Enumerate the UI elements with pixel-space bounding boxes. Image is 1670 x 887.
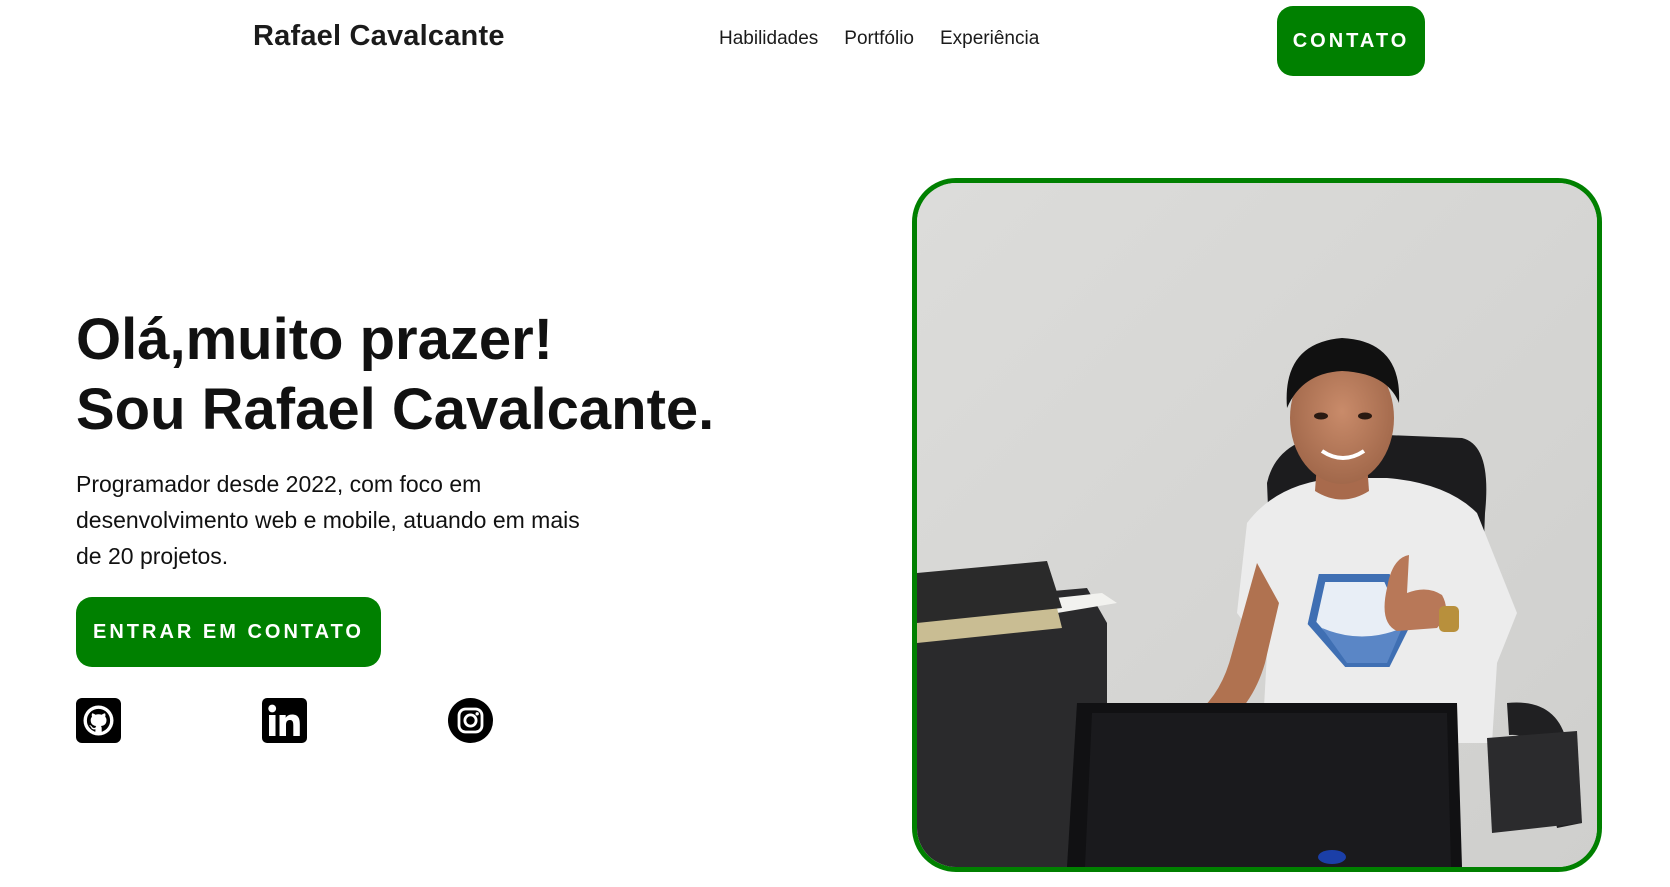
- get-in-touch-button[interactable]: ENTRAR EM CONTATO: [76, 597, 381, 667]
- hero-title-line-2: Sou Rafael Cavalcante.: [76, 377, 715, 442]
- hero-title-line-1: Olá,muito prazer!: [76, 307, 553, 372]
- nav-link-portfolio[interactable]: Portfólio: [844, 28, 914, 50]
- hero-description: Programador desde 2022, com foco em dese…: [76, 471, 580, 569]
- contact-button[interactable]: CONTATO: [1277, 6, 1425, 76]
- profile-photo: [912, 178, 1602, 872]
- nav-link-habilidades[interactable]: Habilidades: [719, 28, 818, 50]
- nav-link-experiencia[interactable]: Experiência: [940, 28, 1039, 50]
- site-logo[interactable]: Rafael Cavalcante: [253, 20, 505, 53]
- github-icon[interactable]: [76, 698, 121, 743]
- hero-title: Olá,muito prazer! Sou Rafael Cavalcante.: [76, 305, 714, 445]
- profile-photo-illustration: [917, 183, 1597, 867]
- site-header: Rafael Cavalcante Habilidades Portfólio …: [0, 0, 1670, 84]
- linkedin-icon[interactable]: [262, 698, 307, 743]
- main-nav: Habilidades Portfólio Experiência: [719, 28, 1039, 50]
- instagram-icon[interactable]: [448, 698, 493, 743]
